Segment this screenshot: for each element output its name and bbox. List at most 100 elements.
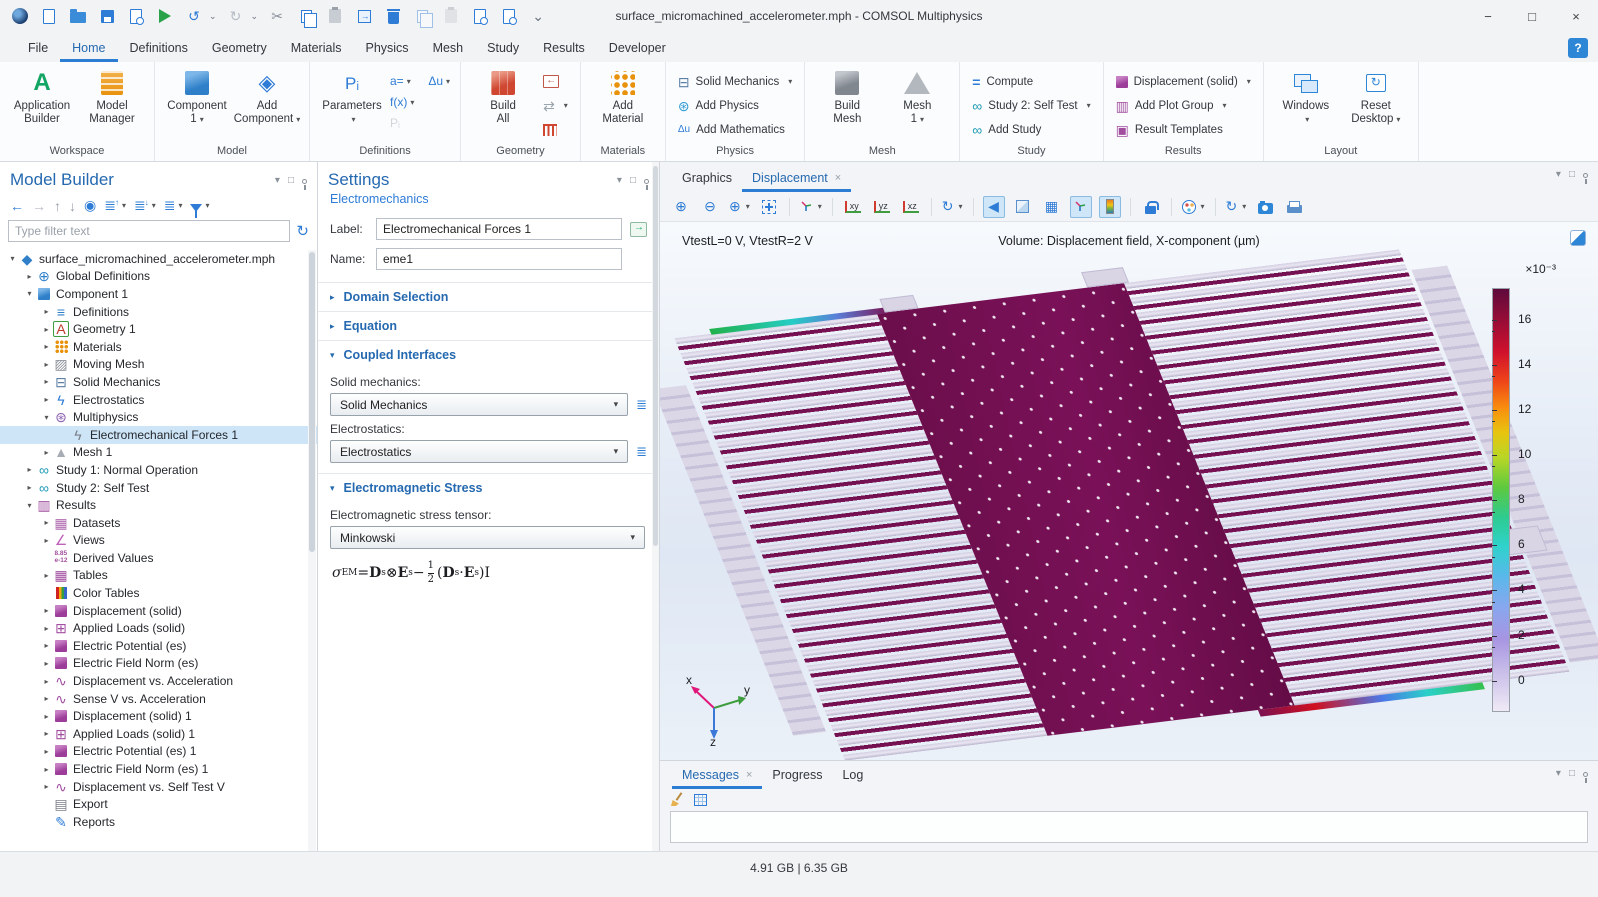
zoom-in-button[interactable]: ⊕ [670,196,692,218]
color-legend-button[interactable] [1099,196,1121,218]
panel-menu-icon[interactable]: ▾ [617,175,622,186]
axis-orientation-button[interactable] [1070,196,1092,218]
insert-sequence-icon[interactable] [539,72,572,91]
rebuild-icon[interactable]: ⇄▾ [539,96,572,115]
build-mesh-button[interactable]: BuildMesh [813,66,881,126]
maximize-button[interactable]: □ [1510,0,1554,32]
tree-item[interactable]: ▸⊞Applied Loads (solid) 1 [0,725,317,743]
back-button[interactable]: ← [10,198,24,214]
expander-icon[interactable]: ▸ [40,659,53,668]
pin-panel-icon[interactable] [302,179,307,184]
float-panel-icon[interactable]: □ [288,175,294,186]
tree-item[interactable]: ▾▥Results [0,496,317,514]
new-file-icon[interactable] [39,6,59,26]
expander-icon[interactable]: ▸ [40,765,53,774]
close-tab-icon[interactable]: × [835,172,841,184]
snapshot-button[interactable] [1254,196,1276,218]
settings-scrollbar[interactable] [652,162,659,851]
reset-desktop-button[interactable]: ResetDesktop▾ [1342,66,1410,126]
menu-definitions[interactable]: Definitions [118,36,200,62]
tree-item[interactable]: ▸▦Tables [0,567,317,585]
zoom-out-button[interactable]: ⊖ [699,196,721,218]
tree-item[interactable]: ▾Component 1 [0,285,317,303]
tab-log[interactable]: Log [832,763,873,789]
electrostatics-select[interactable]: Electrostatics▾ [330,440,628,463]
tree-item[interactable]: ▸AGeometry 1 [0,320,317,338]
name-input[interactable] [376,248,622,270]
tree-item[interactable]: ▸∿Displacement vs. Self Test V [0,778,317,796]
collapse-all-button[interactable]: ≣↑▾ [104,197,126,214]
tree-item[interactable]: ▸∠Views [0,532,317,550]
transparency-button[interactable] [1012,196,1034,218]
view-yz-button[interactable]: yz [871,196,893,218]
parameters-button[interactable]: PᵢParameters▾ [318,66,386,126]
windows-button[interactable]: Windows▾ [1272,66,1340,126]
tree-item[interactable]: ▸≡Definitions [0,303,317,321]
expander-icon[interactable]: ▸ [40,536,53,545]
expander-icon[interactable]: ▸ [40,729,53,738]
pin-panel-icon[interactable] [1583,173,1588,178]
tree-scrollbar[interactable] [308,250,316,851]
expander-icon[interactable]: ▸ [40,641,53,650]
tree-item[interactable]: ▸⊕Global Definitions [0,268,317,286]
delete-icon[interactable] [383,6,403,26]
close-tab-icon[interactable]: × [746,769,752,781]
panel-menu-icon[interactable]: ▾ [1556,169,1561,180]
filter-input[interactable] [8,220,290,242]
float-panel-icon[interactable]: □ [630,175,636,186]
tree-item[interactable]: Color Tables [0,584,317,602]
expander-icon[interactable]: ▾ [6,254,19,263]
add-component-button[interactable]: ◈AddComponent▾ [233,66,301,126]
tree-item[interactable]: ▸∿Sense V vs. Acceleration [0,690,317,708]
tree-item[interactable]: 8.85 e-12Derived Values [0,549,317,567]
expander-icon[interactable]: ▸ [40,747,53,756]
print-button[interactable] [1283,196,1305,218]
tree-item[interactable]: ▸Electric Field Norm (es) [0,655,317,673]
expander-icon[interactable]: ▸ [40,694,53,703]
zoom-extents-button[interactable] [758,196,780,218]
filter-funnel-button[interactable]: ▾ [190,200,209,212]
copy-messages-icon[interactable] [694,794,707,806]
menu-results[interactable]: Results [531,36,597,62]
add-study-button[interactable]: ∞Add Study [968,120,1094,139]
dropdown-caret-icon[interactable]: ⌄ [209,11,217,22]
tree-item[interactable]: ✎Reports [0,813,317,831]
expander-icon[interactable]: ▸ [40,307,53,316]
float-panel-icon[interactable]: □ [1569,768,1575,779]
pin-panel-icon[interactable] [1583,772,1588,777]
rename-button[interactable] [630,222,647,237]
expander-icon[interactable]: ▸ [40,395,53,404]
expander-icon[interactable]: ▾ [23,289,36,298]
functions-button[interactable]: f(x)▾ [390,95,414,109]
expander-icon[interactable]: ▸ [40,712,53,721]
section-electromagnetic-stress[interactable]: ▾Electromagnetic Stress [318,473,659,502]
go-to-view-button[interactable]: ▾ [799,196,823,218]
tab-messages[interactable]: Messages× [672,763,762,789]
tree-item[interactable]: ϟElectromechanical Forces 1 [0,426,317,444]
wireframe-button[interactable]: ▦ [1041,196,1063,218]
refresh-filter-icon[interactable]: ↻ [296,222,309,240]
tab-progress[interactable]: Progress [762,763,832,789]
copy-as-image-icon[interactable] [412,6,432,26]
mesh-1-button[interactable]: Mesh1▾ [883,66,951,126]
expander-icon[interactable]: ▾ [23,501,36,510]
label-input[interactable] [376,218,622,240]
add-plot-group-button[interactable]: ▥Add Plot Group▾ [1112,96,1255,115]
menu-mesh[interactable]: Mesh [421,36,476,62]
menu-file[interactable]: File [16,36,60,62]
view-lock-button[interactable] [1140,196,1162,218]
expander-icon[interactable]: ▸ [40,606,53,615]
minimize-button[interactable]: − [1466,0,1510,32]
tensor-select[interactable]: Minkowski▾ [330,526,645,549]
redo-icon[interactable]: ↻ [226,6,246,26]
tree-item[interactable]: ▸⊟Solid Mechanics [0,373,317,391]
paste-special-icon[interactable] [441,6,461,26]
dropdown-caret-icon[interactable]: ⌄ [251,11,259,22]
expander-icon[interactable]: ▸ [40,448,53,457]
go-to-source-icon[interactable]: ≣ [636,397,647,413]
expander-icon[interactable]: ▸ [40,360,53,369]
add-material-button[interactable]: AddMaterial [589,66,657,126]
expander-icon[interactable]: ▸ [23,465,36,474]
pin-panel-icon[interactable] [644,179,649,184]
clear-messages-icon[interactable] [670,792,684,807]
